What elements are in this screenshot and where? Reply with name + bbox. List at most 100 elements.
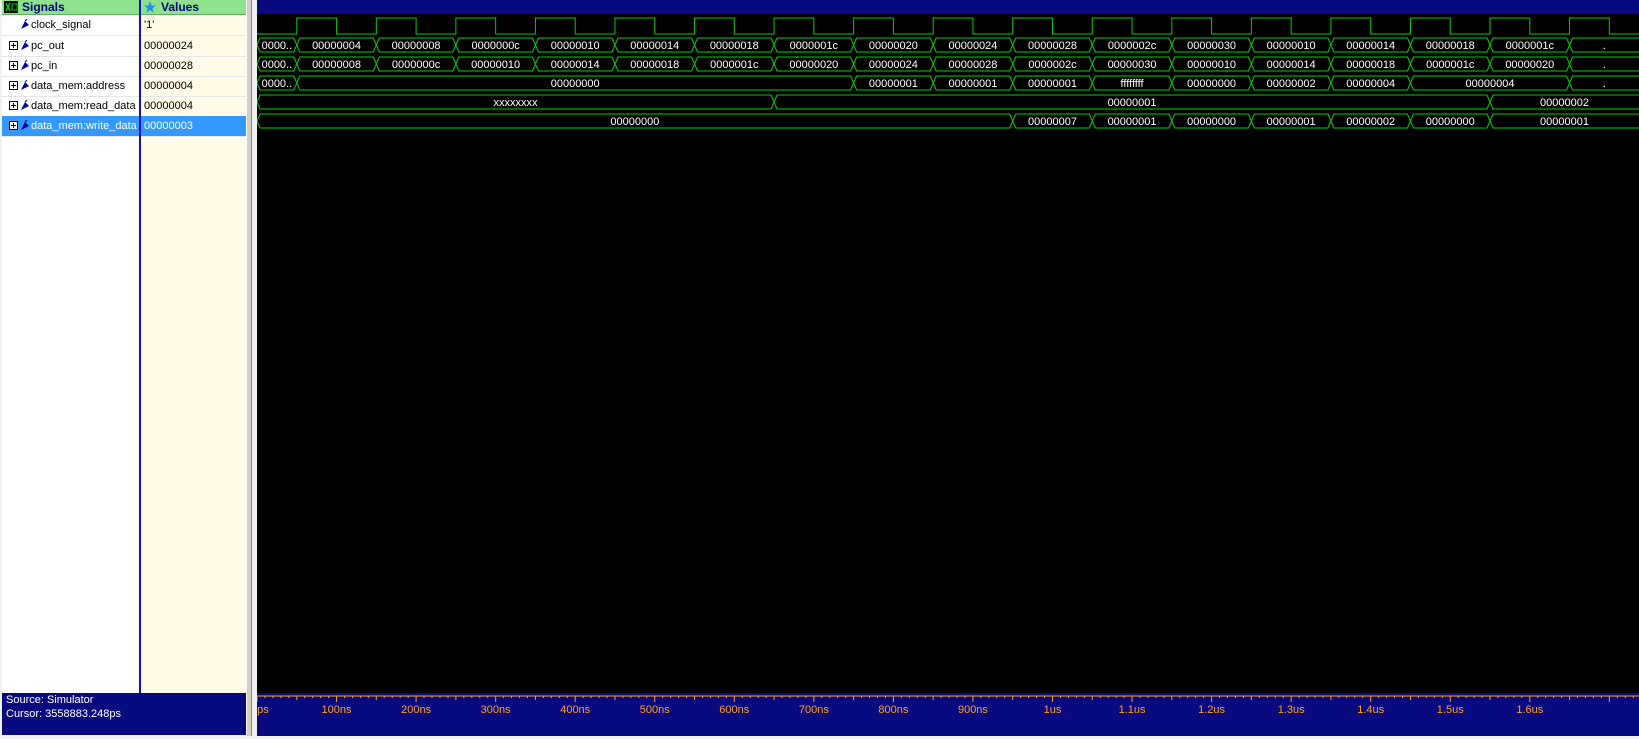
waveform-area[interactable]: 0000.. 00000004 00000008 0000000c 00000010 00…	[256, 14, 1639, 693]
values-header-label: Values	[161, 0, 200, 14]
ruler-label: 1.5us	[1437, 704, 1464, 716]
signal-probe-icon	[21, 120, 29, 130]
pc_in-bus-value: 00000014	[1267, 59, 1316, 71]
values-header[interactable]: Values	[141, 0, 246, 15]
waveform-canvas[interactable]: 0000.. 00000004 00000008 0000000c 00000010 00…	[256, 14, 1639, 693]
signal-probe-icon	[21, 19, 29, 29]
status-box: Source: Simulator Cursor: 3558883.248ps	[2, 693, 246, 735]
pc_in-bus-value: 00000020	[789, 59, 838, 71]
ruler-label: 100ns	[322, 704, 352, 716]
ruler-label: 700ns	[799, 704, 829, 716]
pc_out-bus-value: 00000028	[1028, 40, 1077, 52]
pc_in-bus-value: 00000010	[1187, 59, 1236, 71]
pc_in-bus-value: 00000020	[1505, 59, 1554, 71]
pc_out-bus-value: 0000002c	[1108, 40, 1157, 52]
signal-name: data_mem:write_data	[31, 120, 137, 132]
value-text: 00000024	[144, 40, 193, 52]
pc_out-bus-value: 00000004	[312, 40, 361, 52]
time-ruler[interactable]: 0ps 100ns 200ns 300ns 400ns 500ns 600ns 700ns 80…	[251, 693, 1639, 736]
ruler-label: 1.4us	[1357, 704, 1384, 716]
signal-row-write-data[interactable]: data_mem:write_data	[2, 116, 139, 137]
pane-splitter[interactable]	[246, 0, 252, 736]
value-text: 00000004	[144, 100, 193, 112]
value-cell: 00000003	[141, 116, 246, 137]
pc_out-bus-value: .	[1603, 40, 1606, 52]
pc_in-bus-value: 00000030	[1108, 59, 1157, 71]
value-cell: 00000004	[141, 96, 246, 117]
value-cell: 00000024	[141, 36, 246, 57]
value-text: '1'	[144, 19, 155, 31]
pc_out-bus-value: 00000018	[1426, 40, 1475, 52]
pc_in-bus-value: 00000008	[312, 59, 361, 71]
signal-probe-icon	[21, 100, 29, 110]
pc_out-bus-value: 00000014	[630, 40, 679, 52]
pc_in-bus-value: 00000014	[551, 59, 600, 71]
signals-panel: Signals clock_signal pc_out pc_in data_m…	[2, 0, 140, 693]
pc_out-bus-value: 0000..	[262, 40, 293, 52]
ruler-label: 1us	[1044, 704, 1062, 716]
value-cell: 00000028	[141, 56, 246, 77]
signal-row-clock[interactable]: clock_signal	[2, 15, 139, 36]
pc_in-bus-value: 00000018	[630, 59, 679, 71]
waveform-top-bar	[257, 0, 1639, 14]
value-text: 00000003	[144, 120, 193, 132]
pc_out-bus-value: 00000020	[869, 40, 918, 52]
ruler-label: 1.6us	[1516, 704, 1543, 716]
write_data-bus-value: 00000001	[1540, 116, 1589, 128]
expand-plus-icon[interactable]	[9, 121, 18, 130]
pc_out-bus-value: 0000000c	[471, 40, 520, 52]
status-cursor: Cursor: 3558883.248ps	[6, 708, 121, 720]
pc_out-bus-value: 00000010	[1267, 40, 1316, 52]
ruler-label: 900ns	[958, 704, 988, 716]
signal-row-pc-in[interactable]: pc_in	[2, 56, 139, 77]
ruler-label: 0ps	[257, 704, 269, 716]
expand-plus-icon[interactable]	[9, 41, 18, 50]
write_data-bus-value: 00000000	[1426, 116, 1475, 128]
value-text: 00000028	[144, 60, 193, 72]
pc_in-bus-value: 00000010	[471, 59, 520, 71]
signal-name: pc_in	[31, 60, 58, 72]
expand-plus-icon[interactable]	[9, 81, 18, 90]
read_data-bus-value: xxxxxxxx	[494, 97, 538, 109]
signal-row-pc-out[interactable]: pc_out	[2, 36, 139, 57]
ruler-label: 800ns	[878, 704, 908, 716]
pc_in-bus-value: 0000002c	[1028, 59, 1077, 71]
pc_in-bus-value: 0000001c	[710, 59, 759, 71]
ruler-label: 200ns	[401, 704, 431, 716]
address-bus-value: 00000001	[948, 78, 997, 90]
address-bus-value: 00000000	[551, 78, 600, 90]
signal-probe-icon	[21, 40, 29, 50]
address-bus-value: .	[1603, 78, 1606, 90]
address-bus-value: 00000004	[1466, 78, 1515, 90]
ruler-label: 1.2us	[1198, 704, 1225, 716]
signal-probe-icon	[21, 80, 29, 90]
pc_in-bus-value: .	[1603, 59, 1606, 71]
pc_out-bus-value: 00000008	[392, 40, 441, 52]
signal-row-read-data[interactable]: data_mem:read_data	[2, 96, 139, 117]
pc_out-bus-value: 00000014	[1346, 40, 1395, 52]
ruler-label: 300ns	[481, 704, 511, 716]
values-panel: Values '1' 00000024 00000028 00000004 00…	[141, 0, 246, 693]
signal-name: pc_out	[31, 40, 65, 52]
status-source: Source: Simulator	[6, 694, 94, 706]
pc_in-bus-value: 0000001c	[1426, 59, 1475, 71]
pc_in-bus-value: 00000024	[869, 59, 918, 71]
write_data-bus-value: 00000000	[610, 116, 659, 128]
clock-waveform	[257, 17, 1639, 35]
write_data-bus-value: 00000007	[1028, 116, 1077, 128]
value-cell: '1'	[141, 15, 246, 36]
ruler-label: 1.3us	[1278, 704, 1305, 716]
address-bus-value: 00000001	[1028, 78, 1077, 90]
expand-plus-icon[interactable]	[9, 101, 18, 110]
write_data-bus-value: 00000001	[1267, 116, 1316, 128]
write_data-bus-value: 00000002	[1346, 116, 1395, 128]
signal-name: data_mem:read_data	[31, 100, 136, 112]
signals-header[interactable]: Signals	[2, 0, 139, 15]
pc_in-bus-value: 00000018	[1346, 59, 1395, 71]
pc_out-bus-value: 0000001c	[790, 40, 839, 52]
signal-row-address[interactable]: data_mem:address	[2, 76, 139, 97]
expand-plus-icon[interactable]	[9, 61, 18, 70]
value-text: 00000004	[144, 80, 193, 92]
write_data-bus-value: 00000001	[1108, 116, 1157, 128]
address-bus-value: 0000..	[262, 78, 293, 90]
